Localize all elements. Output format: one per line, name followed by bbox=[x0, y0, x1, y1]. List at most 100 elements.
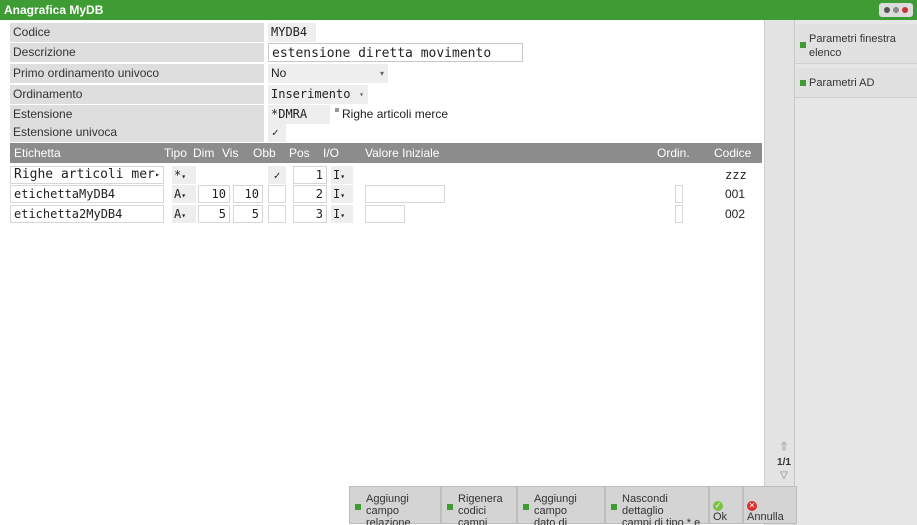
etichetta-value: Righe articoli mer bbox=[14, 167, 155, 182]
col-dim: Dim bbox=[193, 146, 215, 160]
col-pos: Pos bbox=[289, 146, 310, 160]
chevron-down-icon: ▾ bbox=[340, 211, 346, 220]
valore-iniziale-cell[interactable] bbox=[365, 205, 405, 223]
obb-checkbox[interactable] bbox=[268, 205, 286, 223]
io-select[interactable]: I▾ bbox=[331, 166, 353, 184]
minimize-icon[interactable] bbox=[883, 7, 890, 13]
aggiungi-relazione-line1: Aggiungi campo bbox=[366, 493, 409, 517]
chevron-down-icon: ▾ bbox=[340, 191, 346, 200]
codice-cell: 001 bbox=[725, 187, 746, 201]
etichetta-cell[interactable]: etichettaMyDB4 bbox=[10, 185, 164, 203]
page-indicator: 1/1 bbox=[777, 457, 791, 468]
primo-ordinamento-value: No bbox=[271, 66, 287, 80]
annulla-button[interactable]: ✕ Annulla bbox=[743, 486, 797, 524]
scroll-down-icon[interactable]: ▽ bbox=[774, 470, 794, 481]
ordinamento-label: Ordinamento bbox=[10, 85, 264, 104]
ordinamento-value: Inserimento bbox=[271, 87, 351, 101]
grid-header: Etichetta Tipo Dim Vis Obb Pos I/O Valor… bbox=[10, 143, 762, 163]
action-bar: Aggiungi campo relazione Rigenera codici… bbox=[349, 486, 797, 525]
pos-cell[interactable]: 1 bbox=[293, 166, 327, 184]
etichetta-cell[interactable]: etichetta2MyDB4 bbox=[10, 205, 164, 223]
aggiungi-sistema-line2: dato di sistema bbox=[534, 517, 568, 525]
io-select[interactable]: I▾ bbox=[331, 185, 353, 203]
green-square-icon bbox=[523, 504, 529, 510]
descrizione-label: Descrizione bbox=[10, 43, 264, 62]
rigenera-line2: codici campi bbox=[458, 505, 488, 525]
vis-cell[interactable]: 10 bbox=[233, 185, 263, 203]
check-icon: ✓ bbox=[272, 126, 279, 139]
ordin-cell[interactable] bbox=[675, 185, 683, 203]
descrizione-field[interactable]: estensione diretta movimento bbox=[268, 43, 523, 62]
parametri-finestra-button[interactable]: Parametri finestra elenco bbox=[795, 24, 917, 64]
maximize-icon[interactable] bbox=[892, 7, 899, 13]
col-codice: Codice bbox=[714, 146, 752, 160]
codice-cell: 002 bbox=[725, 207, 746, 221]
aggiungi-campo-sistema-button[interactable]: Aggiungi campo dato di sistema bbox=[517, 486, 605, 525]
nascondi-line1: Nascondi dettaglio bbox=[622, 493, 668, 517]
vis-cell[interactable]: 5 bbox=[233, 205, 263, 223]
annulla-label: Annulla bbox=[747, 511, 784, 523]
col-valore-iniziale: Valore Iniziale bbox=[365, 146, 440, 160]
window-titlebar: Anagrafica MyDB bbox=[0, 0, 917, 20]
ok-label: Ok bbox=[713, 511, 728, 523]
green-square-icon bbox=[800, 42, 806, 48]
window-controls bbox=[879, 3, 913, 17]
nascondi-dettaglio-button[interactable]: Nascondi dettaglio campi di tipo * e - bbox=[605, 486, 709, 525]
right-panel: Parametri finestra elenco Parametri AD bbox=[794, 20, 917, 525]
check-icon: ✓ bbox=[273, 169, 281, 182]
ok-check-icon: ✓ bbox=[713, 501, 723, 511]
primo-ordinamento-label: Primo ordinamento univoco bbox=[10, 64, 264, 83]
estensione-univoca-row: Estensione univoca ✓ bbox=[0, 122, 764, 143]
green-square-icon bbox=[447, 504, 453, 510]
ordin-cell[interactable] bbox=[675, 205, 683, 223]
descrizione-row: Descrizione estensione diretta movimento bbox=[0, 42, 764, 63]
green-square-icon bbox=[355, 504, 361, 510]
chevron-down-icon: ▾ bbox=[181, 211, 187, 220]
col-obb: Obb bbox=[253, 146, 276, 160]
green-square-icon bbox=[800, 80, 806, 86]
parametri-ad-button[interactable]: Parametri AD bbox=[795, 68, 917, 98]
chevron-down-icon: ▾ bbox=[340, 172, 346, 181]
etichetta-cell[interactable]: Righe articoli mer ▸ bbox=[10, 166, 164, 184]
parametri-finestra-line2: elenco bbox=[809, 47, 842, 59]
parametri-finestra-line1: Parametri finestra bbox=[809, 33, 896, 45]
ordinamento-select[interactable]: Inserimento ▾ bbox=[268, 85, 368, 104]
table-row[interactable]: etichetta2MyDB4 A▾ 5 5 3 I▾ 002 bbox=[10, 204, 762, 224]
pos-cell[interactable]: 2 bbox=[293, 185, 327, 203]
tipo-select[interactable]: A▾ bbox=[172, 205, 196, 223]
primo-ordinamento-select[interactable]: No ▾ bbox=[268, 64, 388, 83]
col-vis: Vis bbox=[222, 146, 239, 160]
col-etichetta: Etichetta bbox=[14, 146, 61, 160]
codice-label: Codice bbox=[10, 23, 264, 42]
obb-checkbox[interactable]: ✓ bbox=[268, 166, 286, 184]
window-title: Anagrafica MyDB bbox=[4, 3, 104, 17]
pos-cell[interactable]: 3 bbox=[293, 205, 327, 223]
scroll-up-icon[interactable]: ⇧ bbox=[774, 440, 794, 453]
io-select[interactable]: I▾ bbox=[331, 205, 353, 223]
ok-button[interactable]: ✓ Ok bbox=[709, 486, 743, 524]
table-row[interactable]: Righe articoli mer ▸ *▾ ✓ 1 I▾ zzz bbox=[10, 165, 762, 185]
tipo-select[interactable]: A▾ bbox=[172, 185, 196, 203]
chevron-down-icon: ▾ bbox=[181, 172, 187, 181]
col-tipo: Tipo bbox=[164, 146, 187, 160]
valore-iniziale-cell[interactable] bbox=[365, 185, 445, 203]
primo-ordinamento-row: Primo ordinamento univoco No ▾ bbox=[0, 63, 764, 84]
dim-cell[interactable]: 10 bbox=[198, 185, 230, 203]
aggiungi-campo-relazione-button[interactable]: Aggiungi campo relazione bbox=[349, 486, 441, 525]
codice-field: MYDB4 bbox=[268, 23, 316, 42]
nascondi-line2: campi di tipo * e - bbox=[622, 517, 701, 525]
estensione-univoca-checkbox[interactable]: ✓ bbox=[268, 123, 286, 142]
col-ordin: Ordin. bbox=[657, 146, 690, 160]
ordinamento-row: Ordinamento Inserimento ▾ bbox=[0, 84, 764, 105]
rigenera-codici-button[interactable]: Rigenera codici campi bbox=[441, 486, 517, 525]
chevron-down-icon: ▾ bbox=[379, 69, 384, 78]
close-icon[interactable] bbox=[902, 7, 909, 13]
green-square-icon bbox=[611, 504, 617, 510]
codice-cell: zzz bbox=[725, 168, 747, 182]
tipo-select[interactable]: *▾ bbox=[172, 166, 196, 184]
table-row[interactable]: etichettaMyDB4 A▾ 10 10 2 I▾ 001 bbox=[10, 184, 762, 204]
dim-cell[interactable]: 5 bbox=[198, 205, 230, 223]
chevron-down-icon: ▾ bbox=[359, 90, 364, 99]
col-io: I/O bbox=[323, 146, 340, 160]
obb-checkbox[interactable] bbox=[268, 185, 286, 203]
